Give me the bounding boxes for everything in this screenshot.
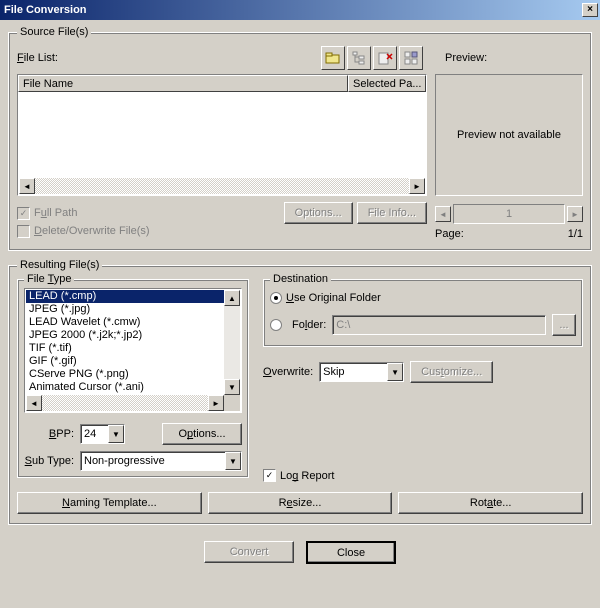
- naming-template-button[interactable]: Naming Template...: [17, 492, 202, 514]
- scroll-down-icon[interactable]: ▼: [224, 379, 240, 395]
- use-original-label: Use Original Folder: [286, 292, 381, 304]
- delete-overwrite-checkbox: [17, 225, 30, 238]
- browse-folder-button: ...: [552, 314, 576, 336]
- folder-label: Folder:: [292, 319, 326, 331]
- clear-files-button[interactable]: [399, 46, 423, 70]
- list-item[interactable]: Animated Cursor (*.ani): [26, 381, 224, 394]
- source-files-legend: Source File(s): [17, 26, 91, 38]
- scroll-right-icon[interactable]: ►: [208, 395, 224, 411]
- folder-radio[interactable]: [270, 319, 282, 331]
- col-selected-pages[interactable]: Selected Pa...: [348, 75, 426, 92]
- page-prev-button: ◄: [435, 206, 451, 222]
- preview-text: Preview not available: [457, 129, 561, 141]
- subtype-label: Sub Type:: [24, 455, 74, 467]
- file-type-legend: File Type: [24, 273, 74, 285]
- list-item[interactable]: TIF (*.tif): [26, 342, 224, 355]
- use-original-radio[interactable]: [270, 292, 282, 304]
- destination-legend: Destination: [270, 273, 331, 285]
- page-stepper: 1: [453, 204, 565, 224]
- resulting-files-group: Resulting File(s) File Type LEAD (*.cmp)…: [8, 259, 592, 525]
- filetype-options-button[interactable]: Options...: [162, 423, 242, 445]
- list-item[interactable]: CServe PNG (*.png): [26, 368, 224, 381]
- subtype-select[interactable]: Non-progressive ▼: [80, 451, 242, 471]
- destination-group: Destination Use Original Folder Folder: …: [263, 279, 583, 347]
- window-title: File Conversion: [4, 4, 582, 16]
- full-path-label: Full Path: [34, 207, 77, 219]
- folder-icon: [325, 50, 341, 66]
- bpp-label: BPP:: [24, 428, 74, 440]
- file-list-body: [18, 92, 426, 179]
- title-bar: File Conversion ×: [0, 0, 600, 20]
- overwrite-label: Overwrite:: [263, 366, 313, 378]
- folder-path-field: C:\: [332, 315, 546, 335]
- preview-pane: Preview not available: [435, 74, 583, 196]
- options-button: Options...: [284, 202, 353, 224]
- scroll-up-icon[interactable]: ▲: [224, 290, 240, 306]
- file-info-button: File Info...: [357, 202, 427, 224]
- close-button[interactable]: Close: [306, 541, 396, 564]
- preview-label: Preview:: [445, 52, 583, 64]
- file-type-group: File Type LEAD (*.cmp) JPEG (*.jpg) LEAD…: [17, 279, 249, 478]
- delete-overwrite-label: Delete/Overwrite File(s): [34, 225, 150, 237]
- clear-icon: [403, 50, 419, 66]
- file-type-vscroll[interactable]: ▲ ▼: [224, 290, 240, 395]
- resize-button[interactable]: Resize...: [208, 492, 393, 514]
- add-folder-button[interactable]: [347, 46, 371, 70]
- full-path-checkbox: [17, 207, 30, 220]
- list-item[interactable]: JPEG 2000 (*.j2k;*.jp2): [26, 329, 224, 342]
- file-type-listbox[interactable]: LEAD (*.cmp) JPEG (*.jpg) LEAD Wavelet (…: [24, 288, 242, 413]
- bpp-select[interactable]: 24 ▼: [80, 424, 125, 444]
- list-item[interactable]: LEAD (*.cmp): [26, 290, 224, 303]
- rotate-button[interactable]: Rotate...: [398, 492, 583, 514]
- file-list-hscroll[interactable]: ◄ ►: [19, 178, 425, 194]
- log-report-checkbox[interactable]: [263, 469, 276, 482]
- scroll-right-icon[interactable]: ►: [409, 178, 425, 194]
- page-next-button: ►: [567, 206, 583, 222]
- source-files-group: Source File(s) File List: Preview:: [8, 26, 592, 251]
- resulting-files-legend: Resulting File(s): [17, 259, 102, 271]
- chevron-down-icon[interactable]: ▼: [108, 425, 124, 443]
- file-list-label: File List:: [17, 52, 58, 64]
- overwrite-select[interactable]: Skip ▼: [319, 362, 404, 382]
- file-type-hscroll[interactable]: ◄ ►: [26, 395, 224, 411]
- add-files-button[interactable]: [321, 46, 345, 70]
- customize-button: Customize...: [410, 361, 493, 383]
- page-count: 1/1: [568, 228, 583, 240]
- file-listview[interactable]: File Name Selected Pa... ◄ ►: [17, 74, 427, 196]
- page-label: Page:: [435, 228, 464, 240]
- remove-file-button[interactable]: [373, 46, 397, 70]
- chevron-down-icon[interactable]: ▼: [387, 363, 403, 381]
- chevron-down-icon[interactable]: ▼: [225, 452, 241, 470]
- list-item[interactable]: LEAD Wavelet (*.cmw): [26, 316, 224, 329]
- scroll-left-icon[interactable]: ◄: [19, 178, 35, 194]
- convert-button: Convert: [204, 541, 294, 563]
- list-item[interactable]: GIF (*.gif): [26, 355, 224, 368]
- remove-icon: [377, 50, 393, 66]
- close-window-button[interactable]: ×: [582, 3, 598, 17]
- scroll-left-icon[interactable]: ◄: [26, 395, 42, 411]
- log-report-label: Log Report: [280, 470, 334, 482]
- list-item[interactable]: JPEG (*.jpg): [26, 303, 224, 316]
- col-filename[interactable]: File Name: [18, 75, 348, 92]
- tree-icon: [351, 50, 367, 66]
